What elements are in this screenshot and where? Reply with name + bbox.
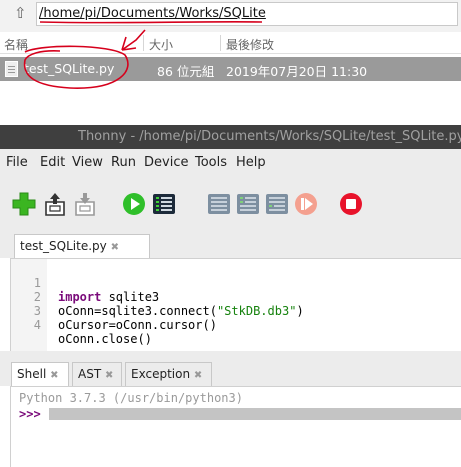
shell-banner: Python 3.7.3 (/usr/bin/python3) — [19, 391, 243, 405]
step-over-icon[interactable] — [207, 192, 231, 216]
path-input[interactable]: /home/pi/Documents/Works/SQLite — [36, 2, 458, 26]
menu-edit[interactable]: Edit — [40, 155, 65, 170]
tab-exception[interactable]: Exception ✖ — [125, 362, 212, 386]
step-out-icon[interactable] — [265, 192, 289, 216]
code-text: oCursor=oConn.cursor() — [58, 318, 217, 332]
code-line: 3 oCursor=oConn.cursor() — [11, 290, 217, 332]
file-name: test_SQLite.py — [24, 61, 115, 76]
resume-icon[interactable] — [294, 192, 318, 216]
code-editor[interactable]: 1 import sqlite3 2 oConn=sqlite3.connect… — [10, 258, 461, 351]
path-bar: ⇧ /home/pi/Documents/Works/SQLite — [0, 0, 461, 32]
menu-bar: File Edit View Run Device Tools Help — [0, 149, 461, 177]
file-row[interactable]: test_SQLite.py 86 位元組 2019年07月20日 11:30 — [0, 57, 461, 81]
code-line: 2 oConn=sqlite3.connect("StkDB.db3") — [11, 276, 304, 318]
debug-icon[interactable] — [152, 192, 176, 216]
close-tab-icon[interactable]: ✖ — [194, 370, 202, 381]
tab-shell[interactable]: Shell ✖ — [11, 362, 69, 386]
tab-shell-label: Shell — [17, 367, 47, 381]
code-text: oConn=sqlite3.connect( — [58, 304, 217, 318]
code-text: oConn.close() — [58, 332, 152, 346]
keyword: import — [58, 290, 102, 304]
code-line: 4 oConn.close() — [11, 304, 152, 346]
editor-tab[interactable]: test_SQLite.py ✖ — [14, 234, 150, 258]
file-modified: 2019年07月20日 11:30 — [226, 64, 368, 79]
code-text: sqlite3 — [101, 290, 160, 304]
editor-tabbar: test_SQLite.py ✖ — [0, 229, 461, 258]
file-list-header: 名稱 大小 最後修改 — [0, 33, 461, 54]
stop-icon[interactable] — [339, 192, 363, 216]
line-number: 4 — [33, 318, 41, 332]
new-file-icon[interactable] — [12, 192, 36, 216]
menu-file[interactable]: File — [6, 155, 28, 170]
column-name[interactable]: 名稱 — [4, 36, 28, 53]
string-literal: "StkDB.db3" — [216, 304, 297, 318]
tab-ast[interactable]: AST ✖ — [72, 362, 122, 386]
menu-help[interactable]: Help — [236, 155, 266, 170]
pane-splitter[interactable] — [0, 351, 461, 359]
tab-exception-label: Exception — [131, 367, 191, 381]
shell-panel[interactable]: Python 3.7.3 (/usr/bin/python3) >>> — [10, 386, 461, 467]
save-icon[interactable] — [73, 192, 97, 216]
menu-run[interactable]: Run — [111, 155, 136, 170]
up-arrow-icon[interactable]: ⇧ — [14, 6, 27, 21]
column-divider[interactable] — [220, 35, 221, 51]
shell-input-line[interactable] — [49, 408, 461, 420]
file-list-empty-area[interactable] — [0, 81, 461, 125]
editor-tab-label: test_SQLite.py — [20, 239, 107, 253]
bottom-tabbar: Shell ✖ AST ✖ Exception ✖ — [0, 359, 461, 386]
code-text: ) — [296, 304, 304, 318]
menu-device[interactable]: Device — [144, 155, 188, 170]
file-size: 86 位元組 — [157, 64, 215, 79]
column-divider[interactable] — [143, 35, 144, 51]
shell-prompt: >>> — [19, 407, 41, 421]
column-size[interactable]: 大小 — [149, 36, 173, 53]
text-file-icon — [5, 61, 18, 77]
close-tab-icon[interactable]: ✖ — [50, 370, 58, 381]
menu-tools[interactable]: Tools — [195, 155, 227, 170]
run-icon[interactable] — [122, 192, 146, 216]
close-tab-icon[interactable]: ✖ — [111, 242, 119, 253]
menu-view[interactable]: View — [72, 155, 103, 170]
close-tab-icon[interactable]: ✖ — [105, 370, 113, 381]
window-title: Thonny - /home/pi/Documents/Works/SQLite… — [78, 129, 461, 144]
toolbar — [0, 177, 461, 230]
window-titlebar: Thonny - /home/pi/Documents/Works/SQLite… — [0, 125, 461, 149]
code-line: 1 import sqlite3 — [11, 262, 159, 304]
step-into-icon[interactable] — [236, 192, 260, 216]
tab-ast-label: AST — [78, 367, 102, 381]
load-icon[interactable] — [43, 192, 67, 216]
column-modified[interactable]: 最後修改 — [226, 36, 274, 53]
